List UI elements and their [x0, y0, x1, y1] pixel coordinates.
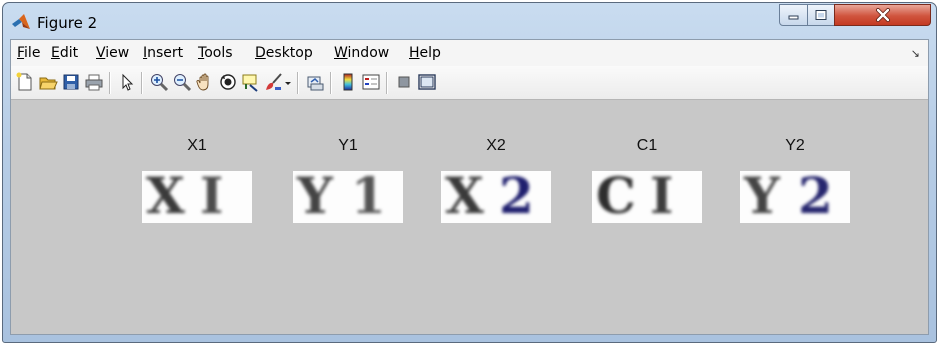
image-title: C1 — [636, 137, 658, 154]
menu-view[interactable]: View — [96, 45, 129, 61]
menu-bar: File Edit View Insert Tools Desktop Wind… — [11, 40, 928, 66]
data-cursor-icon[interactable] — [241, 72, 261, 92]
toolbar-separator — [297, 72, 299, 94]
insert-legend-icon[interactable] — [361, 72, 381, 92]
window-title: Figure 2 — [37, 14, 98, 32]
figure-toolbar — [11, 66, 928, 100]
maximize-button[interactable] — [807, 4, 835, 26]
new-figure-icon[interactable] — [15, 72, 35, 92]
show-plot-tools-icon[interactable] — [417, 72, 437, 92]
menu-edit[interactable]: Edit — [51, 45, 78, 61]
close-icon — [875, 8, 890, 22]
brush-icon[interactable] — [264, 72, 284, 92]
dock-arrow-icon[interactable]: ↘ — [911, 47, 920, 60]
hide-plot-tools-icon[interactable] — [394, 72, 414, 92]
character-glyph: I — [650, 171, 676, 223]
menu-help[interactable]: Help — [409, 45, 441, 61]
character-glyph: 1 — [351, 171, 388, 223]
menu-tools[interactable]: Tools — [198, 45, 233, 61]
save-icon[interactable] — [61, 72, 81, 92]
character-glyph: 2 — [798, 171, 835, 223]
maximize-icon — [815, 10, 827, 20]
insert-colorbar-icon[interactable] — [338, 72, 358, 92]
image-title: X1 — [187, 137, 207, 154]
character-image: CI — [592, 171, 702, 223]
menu-insert[interactable]: Insert — [143, 45, 183, 61]
figure-window: Figure 2 File Edit View Insert Tools Des… — [2, 2, 937, 343]
character-glyph: 2 — [499, 171, 536, 223]
image-title: Y2 — [785, 137, 805, 154]
zoom-in-icon[interactable] — [149, 72, 169, 92]
minimize-button[interactable] — [779, 4, 808, 26]
figure-client-area: File Edit View Insert Tools Desktop Wind… — [10, 39, 929, 335]
edit-plot-arrow-icon[interactable] — [117, 72, 137, 92]
menu-desktop[interactable]: Desktop — [255, 45, 313, 61]
minimize-icon — [788, 15, 798, 20]
character-glyph: X — [445, 171, 486, 223]
menu-window[interactable]: Window — [334, 45, 389, 61]
rotate-3d-icon[interactable] — [218, 72, 238, 92]
brush-dropdown-icon[interactable] — [283, 72, 293, 92]
menu-file[interactable]: File — [17, 45, 40, 61]
character-glyph: Y — [297, 171, 335, 223]
character-image: Y2 — [740, 171, 850, 223]
toolbar-separator — [386, 72, 388, 94]
image-title: Y1 — [338, 137, 358, 154]
character-image: Y1 — [293, 171, 403, 223]
title-bar[interactable]: Figure 2 — [3, 3, 936, 39]
character-glyph: C — [596, 171, 638, 223]
character-glyph: X — [146, 171, 187, 223]
open-file-icon[interactable] — [38, 72, 58, 92]
zoom-out-icon[interactable] — [172, 72, 192, 92]
image-title: X2 — [486, 137, 506, 154]
toolbar-separator — [109, 72, 111, 94]
character-image: X2 — [441, 171, 551, 223]
character-glyph: Y — [744, 171, 782, 223]
link-plot-icon[interactable] — [305, 72, 325, 92]
toolbar-separator — [330, 72, 332, 94]
print-icon[interactable] — [84, 72, 104, 92]
close-button[interactable] — [834, 4, 931, 26]
character-glyph: I — [200, 171, 226, 223]
matlab-logo-icon — [11, 13, 31, 31]
toolbar-separator — [141, 72, 143, 94]
pan-hand-icon[interactable] — [195, 72, 215, 92]
figure-canvas[interactable]: X1 X I Y1 Y 1 X2 X 2 C1 C I Y2 Y 2 — [11, 100, 928, 334]
character-image: XI — [142, 171, 252, 223]
